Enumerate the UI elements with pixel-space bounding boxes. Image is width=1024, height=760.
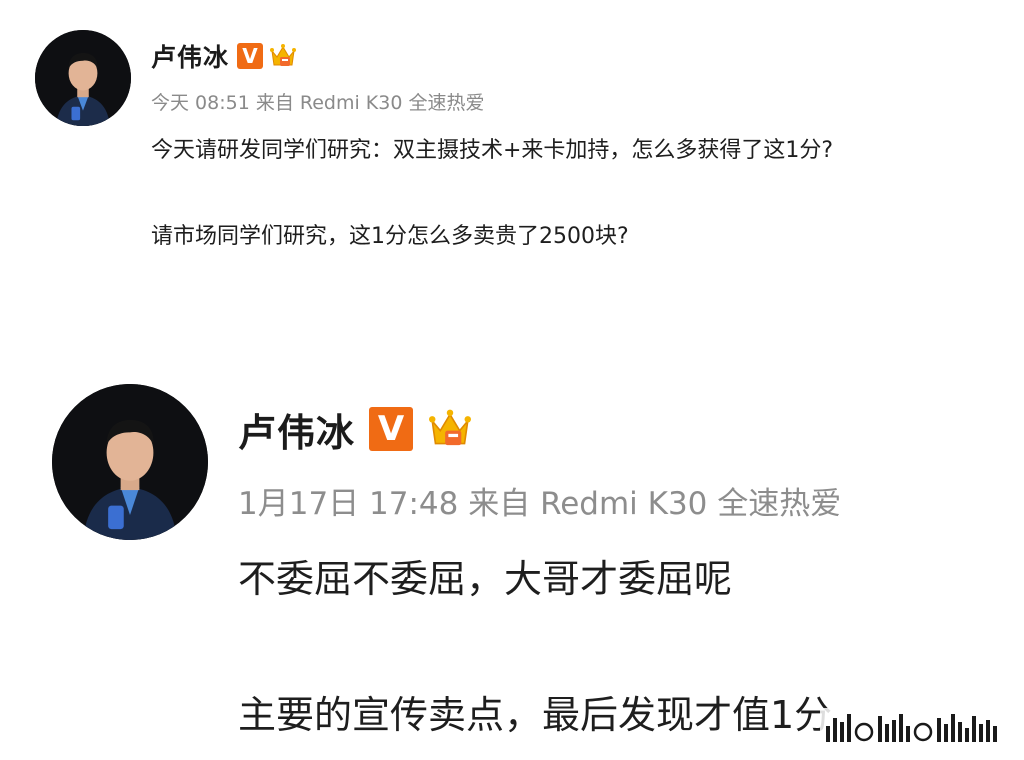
post-meta: 今天 08:51 来自 Redmi K30 全速热爱 — [151, 92, 485, 114]
weibo-post-2: 卢伟冰 V 1月17日 17:48 来自 Redmi K30 全速热爱 不委屈不… — [0, 360, 1024, 760]
bar-signal-watermark-icon — [826, 714, 997, 742]
post-text-line: 主要的宣传卖点，最后发现才值1分 — [238, 693, 833, 737]
person-avatar-icon — [35, 30, 131, 126]
crown-icon — [269, 43, 297, 69]
post-meta: 1月17日 17:48 来自 Redmi K30 全速热爱 — [238, 486, 842, 522]
post-text-line: 请市场同学们研究，这1分怎么多卖贵了2500块? — [151, 224, 629, 249]
post-text-line: 今天请研发同学们研究：双主摄技术+来卡加持，怎么多获得了这1分? — [151, 138, 834, 163]
author-name[interactable]: 卢伟冰 — [151, 38, 229, 74]
avatar[interactable] — [35, 30, 131, 126]
post-text-line: 不委屈不委屈，大哥才委屈呢 — [238, 557, 733, 601]
author-row: 卢伟冰 V — [151, 37, 297, 75]
screenshot-page: 卢伟冰 V 今天 08:51 来自 Redmi K30 全速热爱 今天请研发同学… — [0, 0, 1024, 760]
author-name[interactable]: 卢伟冰 — [238, 402, 355, 457]
person-avatar-icon — [52, 384, 208, 540]
verified-badge-icon: V — [237, 43, 264, 69]
author-row: 卢伟冰 V — [238, 402, 473, 456]
crown-icon — [427, 408, 473, 450]
avatar[interactable] — [52, 384, 208, 540]
weibo-post-1: 卢伟冰 V 今天 08:51 来自 Redmi K30 全速热爱 今天请研发同学… — [0, 0, 1024, 320]
verified-badge-icon: V — [369, 407, 414, 451]
watermark — [820, 708, 1010, 746]
